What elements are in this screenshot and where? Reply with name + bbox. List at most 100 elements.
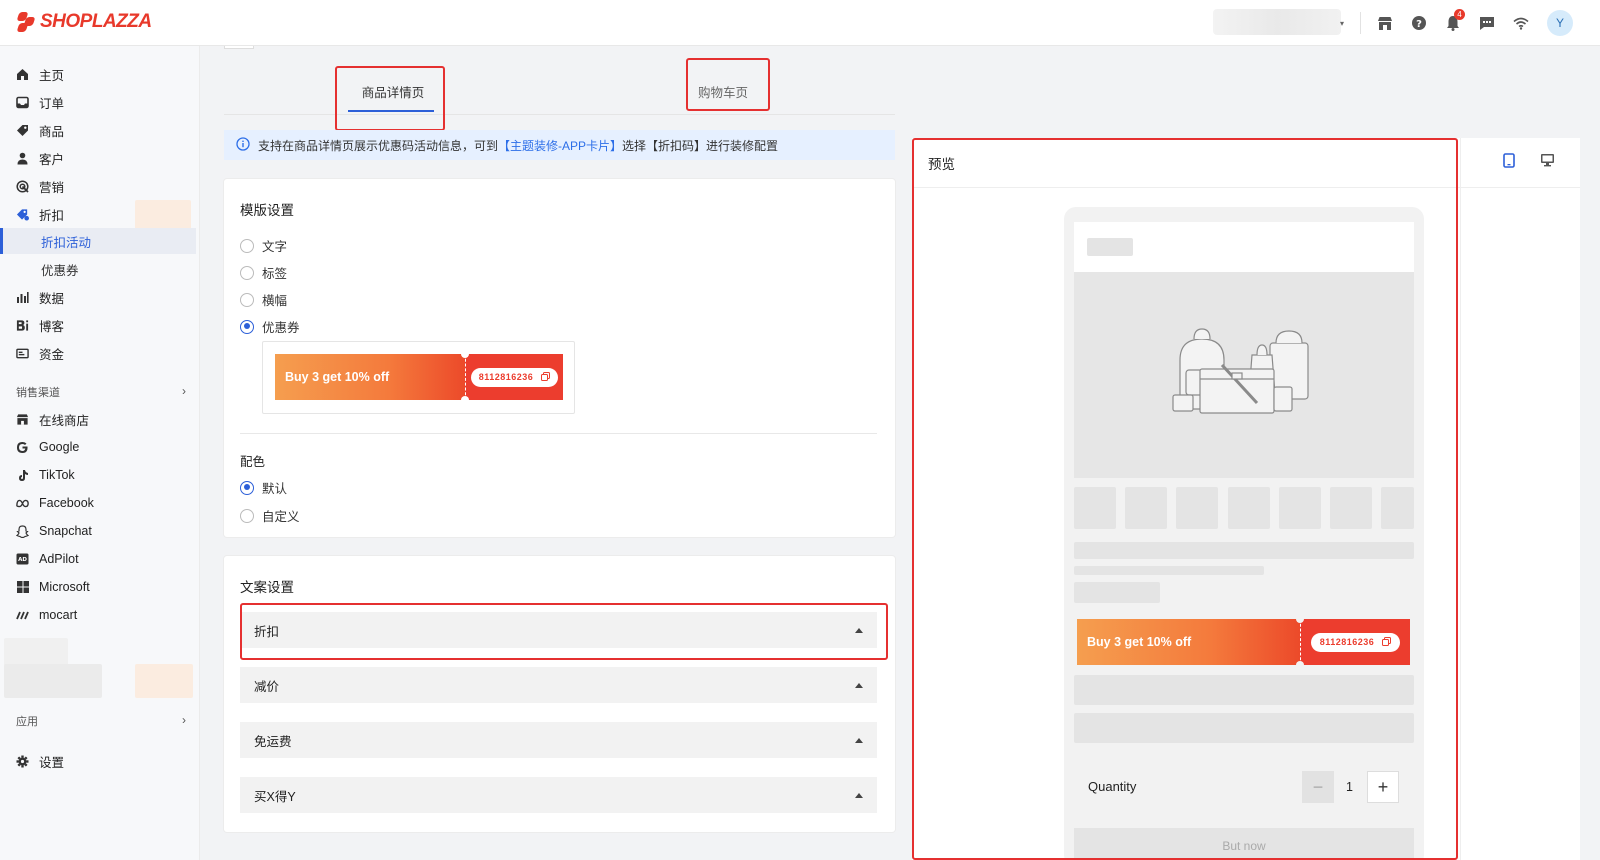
accordion-free-shipping[interactable]: 免运费 — [240, 722, 877, 758]
sidebar-item-online-store[interactable]: 在线商店 — [0, 406, 196, 432]
radio-label-tag[interactable]: 标签 — [240, 263, 287, 282]
chevron-right-icon: › — [182, 384, 186, 398]
radio-button[interactable] — [240, 292, 254, 307]
radio-custom-color[interactable]: 自定义 — [240, 506, 300, 525]
coupon-code: 8112816236 — [478, 372, 534, 382]
radio-button[interactable] — [240, 508, 254, 523]
facebook-icon — [16, 497, 29, 510]
coupon-text: Buy 3 get 10% off — [285, 370, 390, 384]
sidebar-item-tiktok[interactable]: TikTok — [0, 462, 196, 488]
coupon-code-pill[interactable]: 8112816236 — [470, 367, 559, 387]
info-banner: 支持在商品详情页展示优惠码活动信息，可到【主题装修-APP卡片】选择【折扣码】进… — [224, 130, 895, 160]
sidebar-item-discount-activities[interactable]: 折扣活动 — [0, 228, 196, 254]
panel-divider — [1460, 138, 1461, 860]
svg-text:AD: AD — [18, 557, 27, 563]
sidebar-item-label: 主页 — [39, 68, 65, 83]
sidebar-item-label: 设置 — [39, 755, 65, 770]
sidebar-item-label: 优惠券 — [41, 263, 79, 278]
sidebar-item-label: 数据 — [39, 291, 65, 306]
sidebar-item-label: 资金 — [39, 347, 65, 362]
divider — [240, 433, 877, 434]
brand-name: SHOPLAZZA — [40, 11, 152, 32]
mocart-icon — [16, 609, 29, 622]
mobile-view-icon[interactable] — [1503, 153, 1515, 171]
accordion-label: 减价 — [254, 679, 280, 694]
copy-settings-title: 文案设置 — [240, 580, 294, 595]
sidebar-item-label: 折扣 — [39, 208, 65, 223]
sidebar-item-mocart[interactable]: mocart — [0, 602, 196, 628]
store-icon[interactable] — [1374, 12, 1396, 34]
caret-up-icon — [855, 737, 863, 743]
radio-button-checked[interactable] — [240, 480, 254, 495]
radio-label: 自定义 — [262, 510, 300, 524]
radio-coupon[interactable]: 优惠券 — [240, 317, 300, 336]
sidebar-item-label: 在线商店 — [39, 413, 90, 428]
section-apps[interactable]: 应用 › — [16, 713, 186, 729]
blurred-area — [4, 664, 102, 698]
desktop-view-icon[interactable] — [1540, 153, 1555, 170]
svg-text:?: ? — [1416, 19, 1422, 30]
sidebar-item-funds[interactable]: 资金 — [0, 340, 196, 366]
radio-text[interactable]: 文字 — [240, 236, 287, 255]
sidebar-item-adpilot[interactable]: AD AdPilot — [0, 546, 196, 572]
shoplazza-logo-icon — [16, 11, 36, 33]
sidebar-item-label: 商品 — [39, 124, 65, 139]
chat-icon[interactable] — [1476, 12, 1498, 34]
highlight-box — [912, 138, 1458, 860]
sidebar-item-orders[interactable]: 订单 — [0, 89, 196, 115]
sidebar-item-settings[interactable]: 设置 — [0, 748, 196, 774]
help-icon[interactable]: ? — [1408, 12, 1430, 34]
section-sales-channels[interactable]: 销售渠道 › — [16, 384, 186, 400]
google-icon — [16, 441, 29, 454]
sidebar-item-google[interactable]: Google — [0, 434, 196, 460]
store-selector[interactable] — [1213, 9, 1341, 35]
sidebar-item-label: Microsoft — [39, 580, 90, 594]
sidebar-item-data[interactable]: 数据 — [0, 284, 196, 310]
theme-decoration-link[interactable]: 【主题装修-APP卡片】 — [498, 139, 622, 153]
sidebar-item-products[interactable]: 商品 — [0, 117, 196, 143]
sidebar-item-snapchat[interactable]: Snapchat — [0, 518, 196, 544]
sidebar-item-facebook[interactable]: Facebook — [0, 490, 196, 516]
store-icon — [16, 413, 29, 426]
template-settings-title: 模版设置 — [240, 203, 294, 218]
sidebar-item-label: mocart — [39, 608, 78, 622]
adpilot-icon: AD — [16, 553, 29, 566]
radio-button-checked[interactable] — [240, 319, 254, 334]
radio-label: 文字 — [262, 240, 288, 254]
radio-button[interactable] — [240, 238, 254, 253]
shoplazza-logo[interactable]: SHOPLAZZA — [16, 11, 152, 33]
target-icon — [16, 179, 29, 193]
chevron-down-icon[interactable]: ▾ — [1340, 19, 1344, 28]
bar-chart-icon — [16, 291, 29, 304]
sidebar-item-home[interactable]: 主页 — [0, 61, 196, 87]
microsoft-icon — [16, 581, 29, 594]
accordion-label: 免运费 — [254, 734, 292, 749]
highlight-box — [686, 58, 770, 111]
wifi-icon[interactable] — [1510, 12, 1532, 34]
tag-icon — [16, 124, 29, 137]
notification-badge: 4 — [1454, 9, 1465, 20]
coupon-sample[interactable]: Buy 3 get 10% off 8112816236 — [275, 350, 563, 404]
avatar-letter: Y — [1555, 16, 1564, 30]
inbox-icon — [16, 96, 29, 109]
accordion-buy-x-get-y[interactable]: 买X得Y — [240, 777, 877, 813]
avatar[interactable]: Y — [1547, 10, 1573, 36]
sidebar-item-blog[interactable]: 博客 — [0, 312, 196, 338]
radio-label: 标签 — [262, 267, 288, 281]
bell-icon[interactable]: 4 — [1442, 9, 1465, 34]
accordion-price-reduction[interactable]: 减价 — [240, 667, 877, 703]
sidebar-item-marketing[interactable]: 营销 — [0, 173, 196, 199]
sidebar-item-microsoft[interactable]: Microsoft — [0, 574, 196, 600]
radio-banner[interactable]: 横幅 — [240, 290, 287, 309]
highlight-box — [240, 603, 888, 660]
radio-default-color[interactable]: 默认 — [240, 478, 287, 497]
accordion-label: 买X得Y — [254, 789, 296, 804]
sidebar-item-coupons[interactable]: 优惠券 — [0, 256, 196, 282]
sidebar-item-label: Google — [39, 440, 80, 454]
blurred-area — [135, 200, 191, 230]
radio-button[interactable] — [240, 265, 254, 280]
sidebar-item-label: 订单 — [39, 96, 65, 111]
sidebar-item-customers[interactable]: 客户 — [0, 145, 196, 171]
blurred-area — [135, 664, 193, 698]
sidebar-item-label: 客户 — [39, 152, 65, 167]
